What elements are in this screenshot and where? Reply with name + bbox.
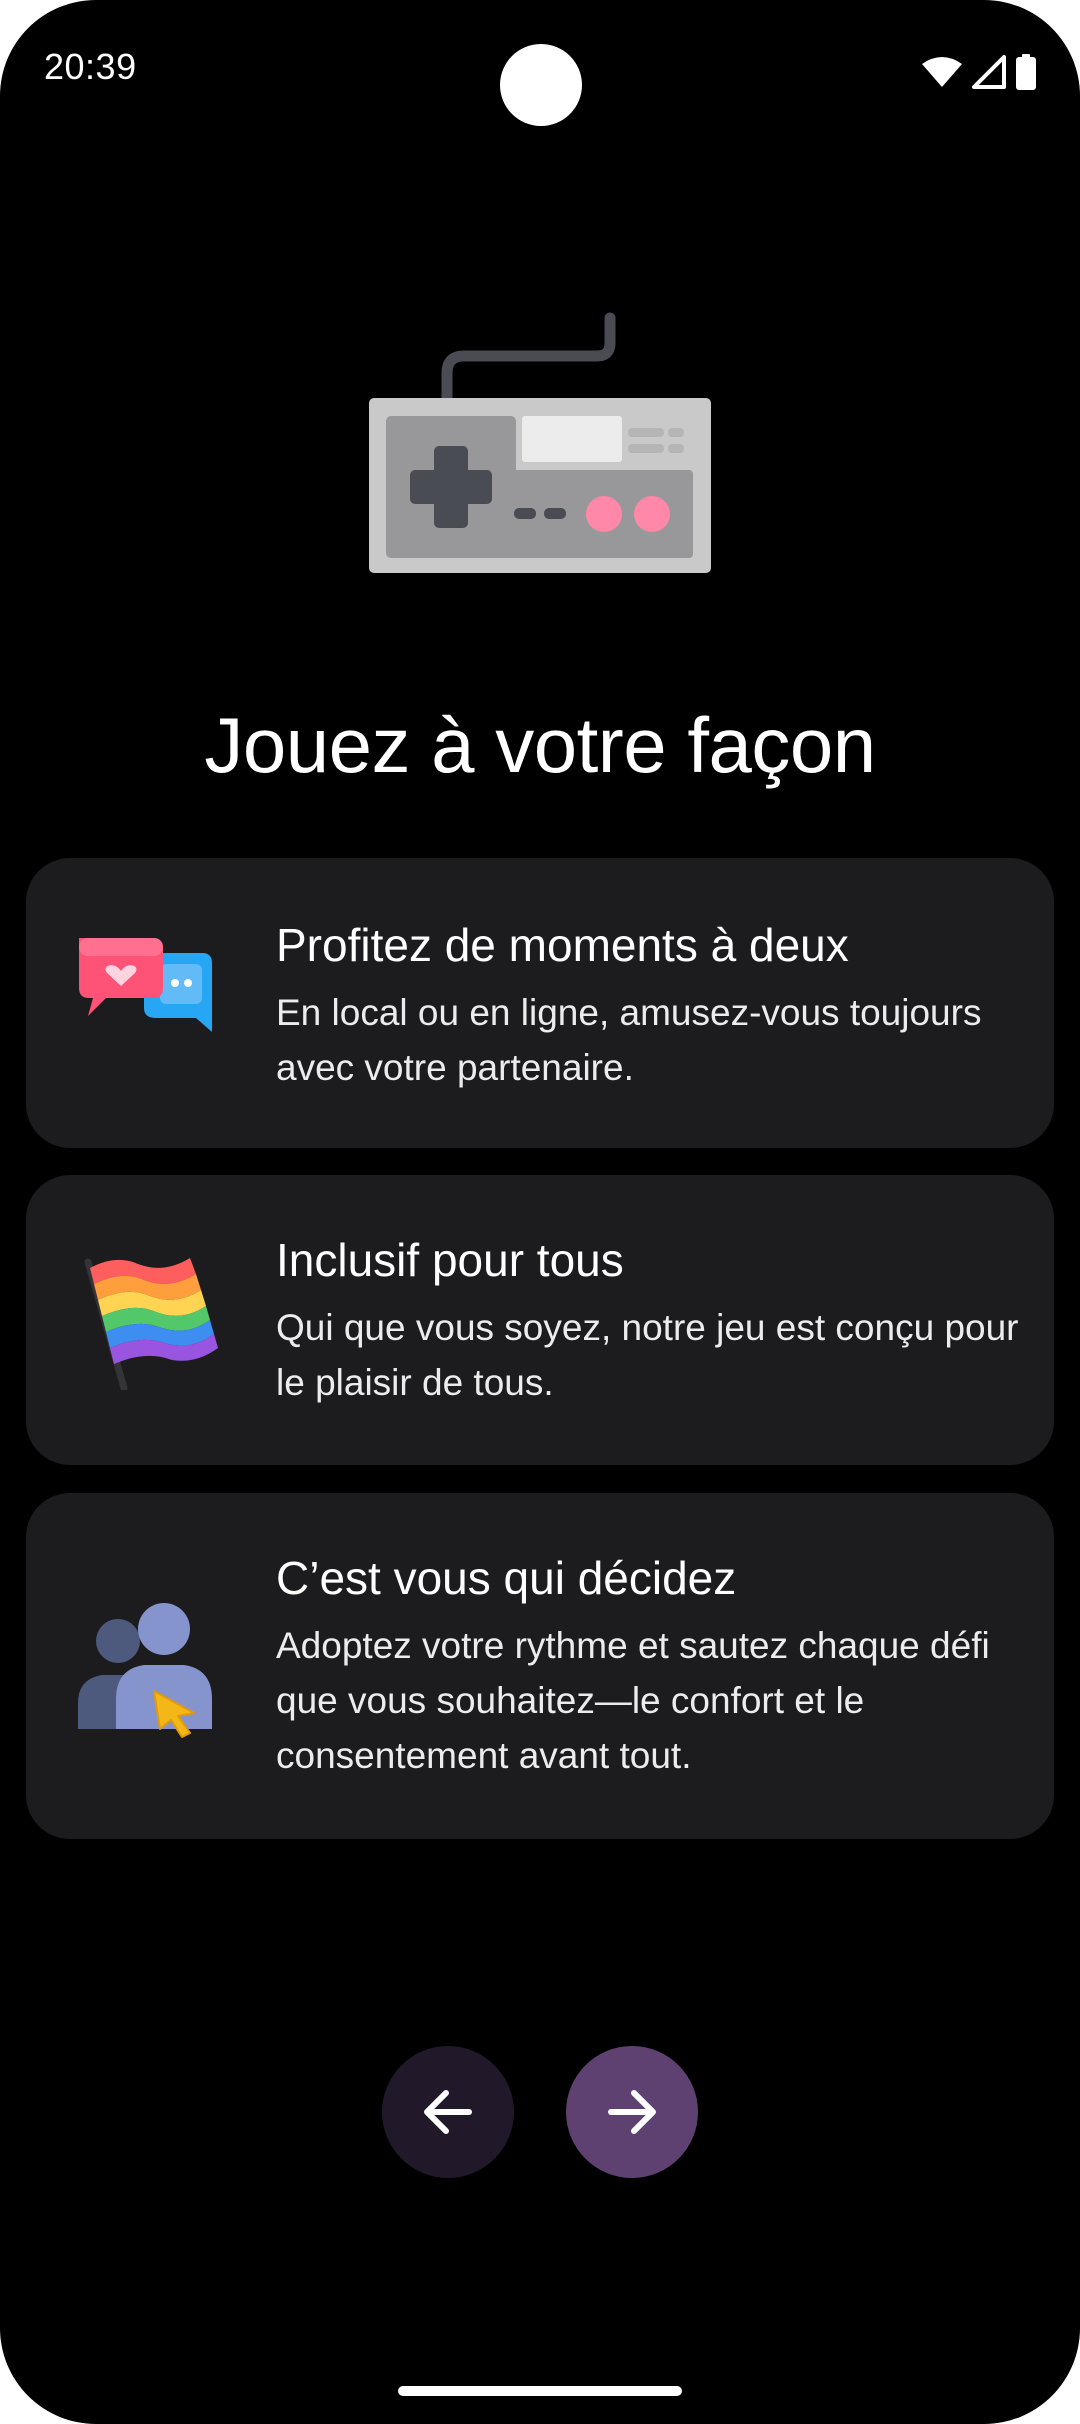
- onboarding-screen: 20:39 Jouez à votre façon Profitez de mo…: [0, 0, 1080, 2424]
- feature-card-together: Profitez de moments à deux En local ou e…: [26, 858, 1054, 1148]
- feature-card-control: C’est vous qui décidez Adoptez votre ryt…: [26, 1493, 1054, 1839]
- page-title: Jouez à votre façon: [204, 701, 876, 789]
- rainbow-flag-icon: [76, 1240, 226, 1392]
- front-camera: [500, 44, 582, 126]
- chat-bubbles-icon: [76, 928, 226, 1078]
- feature-description: Qui que vous soyez, notre jeu est conçu …: [276, 1307, 1019, 1403]
- arrow-right-icon: [608, 2090, 656, 2134]
- wifi-icon: [922, 57, 962, 87]
- feature-title: Inclusif pour tous: [276, 1234, 624, 1286]
- cellular-signal-icon: [972, 55, 1006, 89]
- feature-description: Adoptez votre rythme et sautez chaque dé…: [276, 1625, 990, 1776]
- feature-title: C’est vous qui décidez: [276, 1552, 737, 1604]
- home-indicator[interactable]: [398, 2386, 682, 2396]
- arrow-left-icon: [424, 2090, 472, 2134]
- users-cursor-icon: [76, 1591, 226, 1741]
- status-icons: [922, 52, 1036, 92]
- battery-icon: [1016, 54, 1036, 90]
- feature-card-inclusive: Inclusif pour tous Qui que vous soyez, n…: [26, 1175, 1054, 1465]
- next-button[interactable]: [566, 2046, 698, 2178]
- status-bar: 20:39: [0, 0, 1080, 140]
- feature-description: En local ou en ligne, amusez-vous toujou…: [276, 992, 982, 1088]
- feature-title: Profitez de moments à deux: [276, 919, 849, 971]
- game-controller-icon: [362, 308, 712, 578]
- status-time: 20:39: [44, 46, 137, 87]
- back-button[interactable]: [382, 2046, 514, 2178]
